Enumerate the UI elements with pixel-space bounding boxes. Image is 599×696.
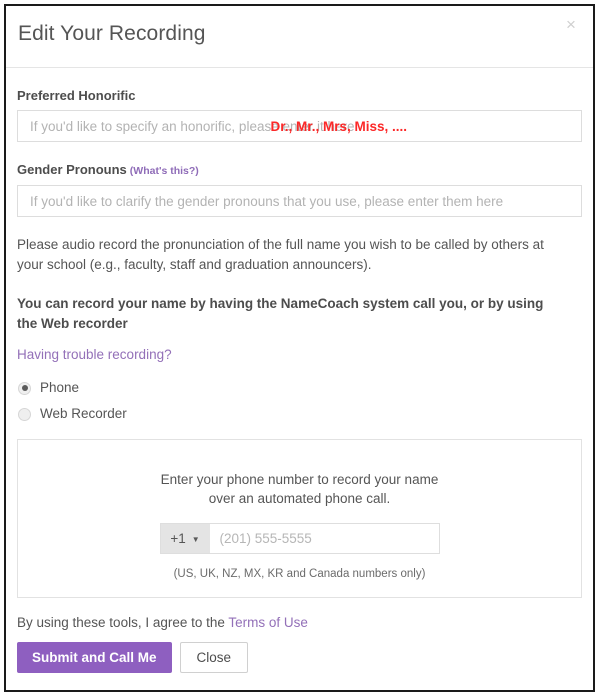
radio-label-phone: Phone <box>40 380 80 395</box>
pronouns-label-text: Gender Pronouns <box>17 162 127 177</box>
phone-number-input[interactable] <box>209 524 439 553</box>
phone-call-panel: Enter your phone number to record your n… <box>17 439 582 598</box>
screenshot-root: Edit Your Recording × Preferred Honorifi… <box>0 0 599 696</box>
terms-of-use-link[interactable]: Terms of Use <box>228 615 308 630</box>
terms-prefix-text: By using these tools, I agree to the <box>17 615 229 630</box>
radio-option-web-recorder[interactable]: Web Recorder <box>17 403 582 425</box>
radio-icon-phone[interactable] <box>18 381 31 395</box>
phone-input-row: +1 ▼ <box>18 523 581 554</box>
honorific-input[interactable] <box>18 111 581 141</box>
terms-agreement-line: By using these tools, I agree to the Ter… <box>17 615 582 630</box>
country-code-value: +1 <box>170 531 186 546</box>
honorific-input-wrap: Dr., Mr., Mrs, Miss, .... <box>17 110 582 142</box>
chevron-down-icon: ▼ <box>191 534 200 544</box>
radio-icon-web-recorder[interactable] <box>18 407 31 421</box>
radio-label-web-recorder: Web Recorder <box>40 406 127 421</box>
country-code-select[interactable]: +1 ▼ <box>160 524 210 553</box>
having-trouble-recording-link[interactable]: Having trouble recording? <box>17 347 172 362</box>
pronouns-whats-this-link[interactable]: (What's this?) <box>130 165 199 177</box>
close-button[interactable]: Close <box>179 642 249 673</box>
submit-and-call-me-button[interactable]: Submit and Call Me <box>17 642 172 673</box>
phone-input-box: +1 ▼ <box>159 523 440 554</box>
recording-method-instructions: You can record your name by having the N… <box>17 296 544 331</box>
page-title: Edit Your Recording <box>18 22 206 45</box>
phone-prompt-line-2: over an automated phone call. <box>208 491 391 506</box>
modal-header: Edit Your Recording × <box>6 6 593 68</box>
record-method-radio-group: Phone Web Recorder <box>17 377 582 425</box>
radio-option-phone[interactable]: Phone <box>17 377 582 399</box>
close-icon[interactable]: × <box>562 16 580 34</box>
modal-button-row: Submit and Call Me Close <box>17 642 582 673</box>
pronouns-label: Gender Pronouns (What's this?) <box>17 162 582 179</box>
edit-recording-modal: Edit Your Recording × Preferred Honorifi… <box>4 4 595 692</box>
honorific-label: Preferred Honorific <box>17 88 136 103</box>
phone-prompt: Enter your phone number to record your n… <box>18 440 581 508</box>
phone-supported-countries-note: (US, UK, NZ, MX, KR and Canada numbers o… <box>173 568 426 580</box>
pronouns-input[interactable] <box>18 186 581 216</box>
modal-body: Preferred Honorific Dr., Mr., Mrs, Miss,… <box>6 88 593 673</box>
phone-prompt-line-1: Enter your phone number to record your n… <box>160 472 439 487</box>
recording-instructions: Please audio record the pronunciation of… <box>17 237 544 272</box>
pronouns-input-wrap <box>17 185 582 217</box>
